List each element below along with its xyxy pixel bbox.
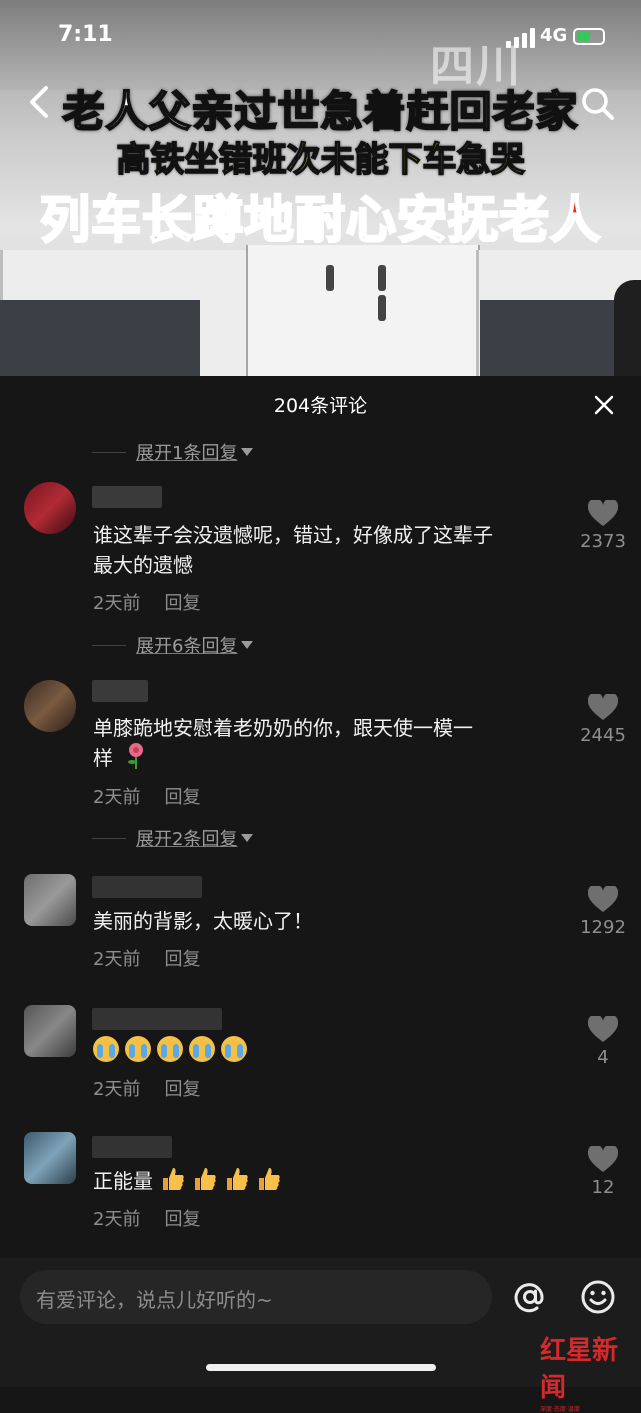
comment-text: 美丽的背影，太暖心了！: [93, 909, 313, 933]
crying-face-emoji-icon: [189, 1036, 215, 1062]
heart-icon: [588, 1146, 618, 1172]
brand-logo-text: 红星新闻: [540, 1336, 619, 1403]
avatar[interactable]: [24, 874, 76, 926]
comment-meta: 2天前 回复: [93, 783, 200, 809]
heart-icon: [588, 500, 618, 526]
comments-count-title: 204条评论: [273, 395, 368, 417]
train-window-right: [480, 300, 620, 376]
rose-emoji-icon: [128, 743, 144, 769]
crying-face-emoji-icon: [93, 1036, 119, 1062]
heart-icon: [588, 694, 618, 720]
avatar[interactable]: [24, 482, 76, 534]
thumbs-up-emoji-icon: [259, 1168, 280, 1190]
video-headline-3: 列车长蹲地耐心安抚老人: [39, 190, 602, 251]
like-button[interactable]: 2373: [573, 500, 633, 552]
comment-meta: 2天前 回复: [93, 589, 200, 615]
thumbs-up-emoji-icon: [163, 1168, 184, 1190]
comment-text: 谁这辈子会没遗憾呢，错过，好像成了这辈子 最大的遗憾: [93, 523, 493, 577]
expand-replies-button[interactable]: 展开6条回复: [92, 633, 254, 657]
like-button[interactable]: 4: [573, 1016, 633, 1068]
like-button[interactable]: 2445: [573, 694, 633, 746]
username-blurred[interactable]: [92, 486, 162, 508]
like-count: 1292: [580, 917, 626, 938]
comment-time: 2天前: [93, 787, 141, 808]
username-blurred[interactable]: [92, 876, 202, 898]
comment-meta: 2天前 回复: [93, 1075, 200, 1101]
avatar[interactable]: [24, 680, 76, 732]
crying-face-emoji-icon: [221, 1036, 247, 1062]
signal-icon: [506, 28, 535, 48]
comment-input-placeholder: 有爱评论，说点儿好听的~: [36, 1288, 273, 1312]
like-count: 4: [597, 1047, 609, 1068]
status-bar: 7:11 4G: [0, 0, 641, 80]
comment-meta: 2天前 回复: [93, 945, 200, 971]
home-indicator[interactable]: [206, 1364, 436, 1371]
heart-icon: [588, 886, 618, 912]
like-count: 12: [591, 1177, 615, 1198]
caret-down-icon: [241, 834, 254, 842]
emoji-picker-icon[interactable]: [578, 1277, 618, 1317]
battery-icon: [573, 28, 605, 45]
train-window-left: [0, 300, 200, 376]
comment-text: 正能量: [93, 1166, 563, 1196]
clock: 7:11: [58, 22, 113, 47]
close-icon[interactable]: [592, 393, 616, 417]
avatar[interactable]: [24, 1005, 76, 1057]
brand-logo-tagline: 深度·态度·温度: [540, 1406, 580, 1413]
comment-time: 2天前: [93, 593, 141, 614]
comment-meta: 2天前 回复: [93, 1205, 200, 1231]
caret-down-icon: [241, 448, 254, 456]
username-blurred[interactable]: [92, 1136, 172, 1158]
comment-time: 2天前: [93, 1209, 141, 1230]
like-button[interactable]: 12: [573, 1146, 633, 1198]
crying-face-emoji-icon: [125, 1036, 151, 1062]
crying-face-emoji-icon: [157, 1036, 183, 1062]
reply-button[interactable]: 回复: [164, 1209, 200, 1230]
caret-down-icon: [241, 641, 254, 649]
video-headline-1: 老人父亲过世急着赶回老家: [61, 86, 579, 137]
avatar[interactable]: [24, 1132, 76, 1184]
thumbs-up-emoji-icon: [227, 1168, 248, 1190]
comment-time: 2天前: [93, 1079, 141, 1100]
expand-replies-button[interactable]: 展开1条回复: [92, 440, 254, 464]
username-blurred[interactable]: [92, 680, 148, 702]
video-headline-2: 高铁坐错班次未能下车急哭: [116, 139, 526, 181]
comment-text: 单膝跪地安慰着老奶奶的你，跟天使一模一 样: [93, 716, 473, 770]
username-blurred[interactable]: [92, 1008, 222, 1030]
like-button[interactable]: 1292: [573, 886, 633, 938]
comment-time: 2天前: [93, 949, 141, 970]
reply-button[interactable]: 回复: [164, 949, 200, 970]
comment-text: [93, 1036, 563, 1066]
train-door: [246, 245, 480, 376]
expand-replies-button[interactable]: 展开2条回复: [92, 826, 254, 850]
like-count: 2373: [580, 531, 626, 552]
brand-logo: 红星新闻 深度·态度·温度: [540, 1330, 640, 1413]
person-silhouette: [614, 280, 641, 376]
comment-input[interactable]: 有爱评论，说点儿好听的~: [20, 1270, 492, 1324]
at-mention-icon[interactable]: [510, 1277, 550, 1317]
like-count: 2445: [580, 725, 626, 746]
thumbs-up-emoji-icon: [195, 1168, 216, 1190]
reply-button[interactable]: 回复: [164, 787, 200, 808]
heart-icon: [588, 1016, 618, 1042]
reply-button[interactable]: 回复: [164, 1079, 200, 1100]
network-type: 4G: [540, 25, 568, 46]
reply-button[interactable]: 回复: [164, 593, 200, 614]
